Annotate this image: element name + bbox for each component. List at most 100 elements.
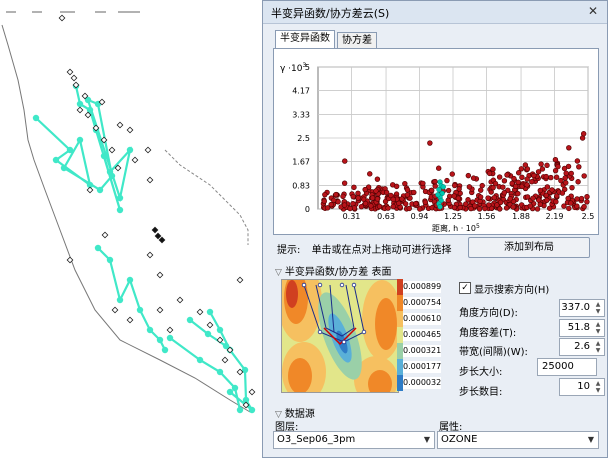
semivariogram-surface[interactable] <box>281 279 399 393</box>
semivariogram-point[interactable] <box>501 178 508 184</box>
semivariogram-point[interactable] <box>402 201 409 207</box>
station-marker[interactable] <box>221 356 229 364</box>
semivariogram-point[interactable] <box>457 204 463 211</box>
station-marker[interactable] <box>108 146 116 154</box>
semivariogram-point[interactable] <box>402 180 408 187</box>
semivariogram-point[interactable] <box>393 183 400 190</box>
semivariogram-point[interactable] <box>553 199 559 205</box>
semivariogram-point[interactable] <box>581 173 587 179</box>
station-marker[interactable] <box>158 236 166 244</box>
semivariogram-point[interactable] <box>562 175 568 181</box>
semivariogram-point[interactable] <box>322 191 328 198</box>
semivariogram-point[interactable] <box>584 199 590 205</box>
station-marker[interactable] <box>248 388 256 396</box>
station-marker[interactable] <box>156 271 164 279</box>
station-marker[interactable] <box>196 308 204 316</box>
tab-semivariogram[interactable]: 半变异函数 <box>275 30 335 49</box>
semivariogram-point[interactable] <box>435 165 442 171</box>
semivariogram-point[interactable] <box>432 178 438 185</box>
semivariogram-point[interactable] <box>492 180 499 187</box>
semivariogram-point[interactable] <box>524 182 530 188</box>
semivariogram-point[interactable] <box>445 187 452 194</box>
semivariogram-point[interactable] <box>534 206 541 212</box>
semivariogram-point[interactable] <box>340 193 346 200</box>
semivariogram-point[interactable] <box>543 173 549 180</box>
semivariogram-point[interactable] <box>538 161 544 167</box>
lag-size-field[interactable]: 25000 <box>537 358 597 376</box>
semivariogram-point[interactable] <box>518 166 525 172</box>
semivariogram-point[interactable] <box>544 184 551 190</box>
semivariogram-point[interactable] <box>510 204 516 210</box>
semivariogram-point[interactable] <box>358 203 365 210</box>
semivariogram-point[interactable] <box>524 176 530 182</box>
semivariogram-point[interactable] <box>563 170 569 176</box>
semivariogram-point[interactable] <box>537 187 543 194</box>
semivariogram-point[interactable] <box>496 174 503 180</box>
semivariogram-point[interactable] <box>479 182 485 189</box>
semivariogram-point[interactable] <box>574 158 581 164</box>
station-marker[interactable] <box>176 296 184 304</box>
semivariogram-point[interactable] <box>500 184 506 190</box>
semivariogram-point[interactable] <box>369 195 376 201</box>
semivariogram-point[interactable] <box>561 203 567 209</box>
spinner-arrows-icon[interactable]: ▲ ▼ <box>593 380 603 394</box>
collapse-triangle-icon[interactable]: ▽ <box>275 268 282 278</box>
semivariogram-point[interactable] <box>566 145 572 151</box>
semivariogram-point[interactable] <box>321 198 327 204</box>
semivariogram-point[interactable] <box>490 166 496 172</box>
semivariogram-point[interactable] <box>482 205 488 212</box>
semivariogram-point[interactable] <box>472 203 478 209</box>
semivariogram-point[interactable] <box>333 191 339 198</box>
semivariogram-point[interactable] <box>565 195 571 202</box>
semivariogram-point[interactable] <box>427 140 433 146</box>
semivariogram-point[interactable] <box>373 188 379 194</box>
selected-point[interactable] <box>440 184 446 190</box>
spinner-arrows-icon[interactable]: ▲ ▼ <box>593 301 603 315</box>
semivariogram-point[interactable] <box>549 187 555 193</box>
semivariogram-point[interactable] <box>574 196 580 202</box>
semivariogram-point[interactable] <box>568 200 574 206</box>
semivariogram-point[interactable] <box>552 167 559 174</box>
semivariogram-point[interactable] <box>350 193 356 200</box>
spinner-arrows-icon[interactable]: ▲ ▼ <box>593 321 603 335</box>
station-marker[interactable] <box>236 276 244 284</box>
station-marker[interactable] <box>166 326 174 334</box>
semivariogram-point[interactable] <box>559 190 566 196</box>
semivariogram-point[interactable] <box>478 187 484 193</box>
station-marker[interactable] <box>111 306 119 314</box>
selected-point[interactable] <box>435 192 441 198</box>
semivariogram-point[interactable] <box>486 170 493 177</box>
semivariogram-point[interactable] <box>390 203 396 210</box>
semivariogram-point[interactable] <box>563 180 569 186</box>
station-marker[interactable] <box>86 186 94 194</box>
semivariogram-point[interactable] <box>413 200 419 207</box>
semivariogram-point[interactable] <box>569 184 575 191</box>
semivariogram-point[interactable] <box>444 177 450 184</box>
semivariogram-point[interactable] <box>341 202 348 208</box>
semivariogram-point[interactable] <box>466 184 473 190</box>
station-marker[interactable] <box>76 106 84 114</box>
station-marker[interactable] <box>131 156 139 164</box>
semivariogram-point[interactable] <box>543 192 549 199</box>
station-marker[interactable] <box>156 306 164 314</box>
semivariogram-point[interactable] <box>404 187 411 193</box>
semivariogram-point[interactable] <box>355 195 361 201</box>
semivariogram-point[interactable] <box>374 176 381 182</box>
semivariogram-point[interactable] <box>531 172 537 179</box>
layer-select[interactable]: O3_Sep06_3pm ▼ <box>273 431 435 449</box>
station-marker[interactable] <box>66 68 74 76</box>
semivariogram-point[interactable] <box>362 186 368 193</box>
semivariogram-point[interactable] <box>411 189 417 196</box>
semivariogram-point[interactable] <box>507 196 513 202</box>
semivariogram-point[interactable] <box>565 163 572 170</box>
semivariogram-point[interactable] <box>470 175 477 181</box>
lag-count-field[interactable]: 10 ▲ ▼ <box>559 378 605 396</box>
station-marker[interactable] <box>101 231 109 239</box>
semivariogram-point[interactable] <box>341 180 348 186</box>
surface-section-header[interactable]: ▽ 半变异函数/协方差 表面 <box>275 263 391 278</box>
semivariogram-point[interactable] <box>399 196 405 202</box>
semivariogram-point[interactable] <box>465 172 472 179</box>
semivariogram-point[interactable] <box>537 201 543 208</box>
semivariogram-point[interactable] <box>527 203 534 209</box>
semivariogram-point[interactable] <box>578 195 585 202</box>
